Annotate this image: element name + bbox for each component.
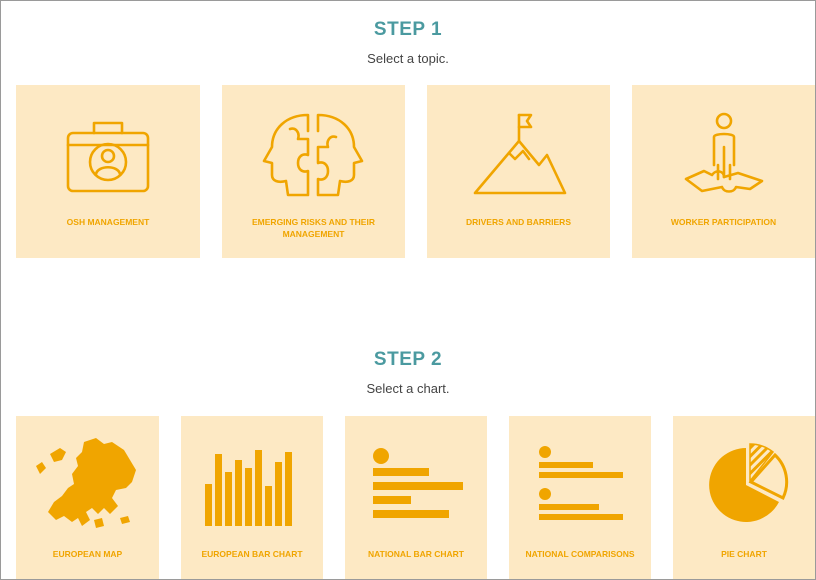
step2-title: STEP 2 [373, 349, 443, 370]
topic-label: WORKER PARTICIPATION [670, 217, 777, 227]
chart-card-national-comparisons[interactable]: NATIONAL COMPARISONS [509, 416, 651, 579]
topic-label: OSH MANAGEMENT [66, 217, 150, 227]
chart-label: EUROPEAN BAR CHART [201, 549, 303, 559]
topic-card-osh-management[interactable]: OSH MANAGEMENT [16, 85, 200, 258]
topic-card-emerging-risks[interactable]: EMERGING RISKS AND THEIR MANAGEMENT [222, 85, 405, 258]
puzzle-heads-icon [262, 113, 364, 197]
step1-subtitle: Select a topic. [367, 51, 449, 66]
europe-map-icon [36, 438, 136, 528]
chart-card-european-map[interactable]: EUROPEAN MAP [16, 416, 159, 579]
chart-label: NATIONAL COMPARISONS [525, 549, 635, 559]
page-frame: STEP 1 Select a topic. OSH MANAGEMENT EM… [0, 0, 816, 580]
pie-chart-icon [709, 443, 789, 522]
step1-title: STEP 1 [373, 19, 443, 40]
topic-label: DRIVERS AND BARRIERS [465, 217, 571, 227]
chart-card-european-bar-chart[interactable]: EUROPEAN BAR CHART [181, 416, 323, 579]
briefcase-person-icon [66, 121, 150, 193]
step2-subtitle: Select a chart. [366, 381, 450, 396]
comparison-chart-icon [539, 446, 623, 520]
worker-puzzle-icon [684, 112, 764, 193]
chart-card-pie-chart[interactable]: PIE CHART [673, 416, 815, 579]
chart-label: PIE CHART [721, 549, 767, 559]
chart-card-national-bar-chart[interactable]: NATIONAL BAR CHART [345, 416, 487, 579]
horizontal-bar-chart-icon [373, 448, 463, 518]
vertical-bar-chart-icon [205, 450, 292, 526]
chart-label: NATIONAL BAR CHART [367, 549, 464, 559]
topic-label: EMERGING RISKS AND THEIR MANAGEMENT [252, 217, 375, 239]
mountain-flag-icon [473, 113, 567, 195]
topic-card-drivers-barriers[interactable]: DRIVERS AND BARRIERS [427, 85, 610, 258]
chart-label: EUROPEAN MAP [52, 549, 123, 559]
topic-card-worker-participation[interactable]: WORKER PARTICIPATION [632, 85, 815, 258]
